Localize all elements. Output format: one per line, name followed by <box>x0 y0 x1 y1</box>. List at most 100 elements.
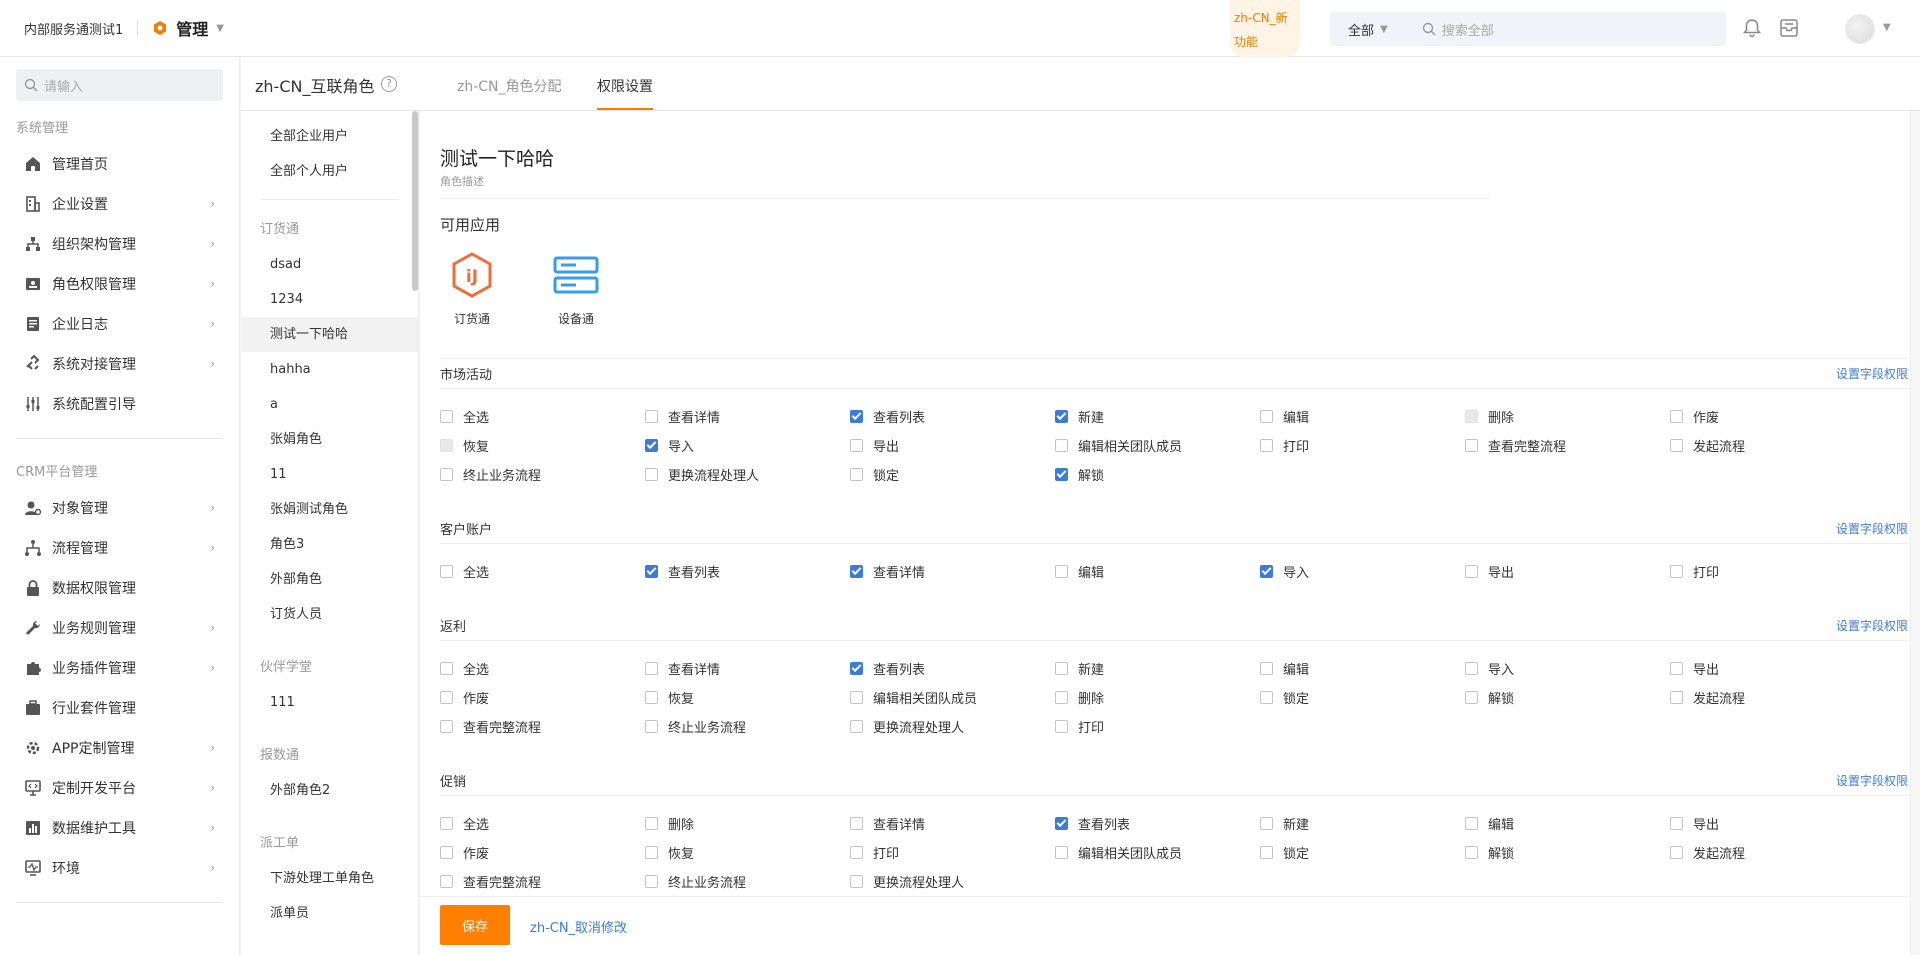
search-input[interactable]: 搜索全部 <box>1442 20 1494 39</box>
checkbox-checked-icon[interactable] <box>645 565 658 578</box>
sidebar-item[interactable]: 管理首页 <box>0 144 239 184</box>
checkbox-icon[interactable] <box>850 817 863 830</box>
checkbox-icon[interactable] <box>645 410 658 423</box>
permission-checkbox[interactable]: 解锁 <box>1465 843 1670 862</box>
checkbox-icon[interactable] <box>850 691 863 704</box>
field-permission-link[interactable]: 设置字段权限 <box>1836 617 1908 634</box>
checkbox-icon[interactable] <box>645 468 658 481</box>
permission-checkbox[interactable]: 锁定 <box>1260 843 1465 862</box>
sidebar-item[interactable]: 数据权限管理 <box>0 568 239 608</box>
permission-checkbox[interactable]: 全选 <box>440 562 645 581</box>
permission-checkbox[interactable]: 更换流程处理人 <box>850 717 1055 736</box>
permission-checkbox[interactable]: 全选 <box>440 407 645 426</box>
permission-checkbox[interactable]: 新建 <box>1055 659 1260 678</box>
checkbox-checked-icon[interactable] <box>645 439 658 452</box>
permission-checkbox[interactable]: 恢复 <box>645 843 850 862</box>
permission-checkbox[interactable]: 恢复 <box>645 688 850 707</box>
sidebar-item[interactable]: 数据维护工具 › <box>0 808 239 848</box>
role-list-item[interactable]: 角色3 <box>241 527 418 562</box>
sidebar-item[interactable]: 环境 › <box>0 848 239 888</box>
role-list-item[interactable]: 全部个人用户 <box>241 154 418 189</box>
help-icon[interactable]: ? <box>381 76 397 92</box>
checkbox-icon[interactable] <box>1055 691 1068 704</box>
permission-checkbox[interactable]: 编辑 <box>1260 407 1465 426</box>
role-list-item[interactable]: 外部角色 <box>241 562 418 597</box>
permission-checkbox[interactable]: 导入 <box>645 436 850 455</box>
sidebar-item[interactable]: APP定制管理 › <box>0 728 239 768</box>
sidebar-item[interactable]: 组织架构管理 › <box>0 224 239 264</box>
permission-checkbox[interactable]: 新建 <box>1260 814 1465 833</box>
app-order[interactable]: iJ 订货通 <box>432 251 512 327</box>
sidebar-item[interactable]: 角色权限管理 › <box>0 264 239 304</box>
sidebar-search-input[interactable]: 请输入 <box>44 76 83 95</box>
checkbox-checked-icon[interactable] <box>850 565 863 578</box>
permission-checkbox[interactable]: 查看列表 <box>1055 814 1260 833</box>
permission-checkbox[interactable]: 导入 <box>1260 562 1465 581</box>
permission-checkbox[interactable]: 导出 <box>1670 814 1875 833</box>
checkbox-icon[interactable] <box>645 817 658 830</box>
permission-checkbox[interactable]: 查看完整流程 <box>440 717 645 736</box>
checkbox-icon[interactable] <box>1260 410 1273 423</box>
checkbox-icon[interactable] <box>1260 817 1273 830</box>
app-device[interactable]: 设备通 <box>536 251 616 327</box>
role-list-item[interactable]: 11 <box>241 457 418 492</box>
sidebar-item[interactable]: 定制开发平台 › <box>0 768 239 808</box>
permission-checkbox[interactable]: 编辑 <box>1055 562 1260 581</box>
role-list-item[interactable]: 1234 <box>241 282 418 317</box>
permission-checkbox[interactable]: 全选 <box>440 814 645 833</box>
sidebar-item[interactable]: 业务规则管理 › <box>0 608 239 648</box>
tab-permission-settings[interactable]: 权限设置 <box>597 76 653 96</box>
field-permission-link[interactable]: 设置字段权限 <box>1836 772 1908 789</box>
permission-checkbox[interactable]: 编辑 <box>1260 659 1465 678</box>
checkbox-icon[interactable] <box>1260 846 1273 859</box>
checkbox-icon[interactable] <box>1260 662 1273 675</box>
checkbox-icon[interactable] <box>440 662 453 675</box>
checkbox-icon[interactable] <box>1465 691 1478 704</box>
role-list-item[interactable]: 全部企业用户 <box>241 119 418 154</box>
permission-checkbox[interactable]: 作废 <box>1670 407 1875 426</box>
checkbox-icon[interactable] <box>440 410 453 423</box>
permission-checkbox[interactable]: 发起流程 <box>1670 436 1875 455</box>
checkbox-icon[interactable] <box>1055 662 1068 675</box>
permission-checkbox[interactable]: 更换流程处理人 <box>850 872 1055 891</box>
role-list-item[interactable]: dsad <box>241 247 418 282</box>
checkbox-icon[interactable] <box>850 439 863 452</box>
sidebar-item[interactable]: 企业日志 › <box>0 304 239 344</box>
permission-checkbox[interactable]: 发起流程 <box>1670 688 1875 707</box>
role-list-item[interactable]: 外部角色2 <box>241 773 418 808</box>
checkbox-icon[interactable] <box>1670 691 1683 704</box>
new-feature-badge[interactable]: zh-CN_新功能 <box>1230 0 1300 57</box>
checkbox-icon[interactable] <box>1465 565 1478 578</box>
permission-checkbox[interactable]: 锁定 <box>1260 688 1465 707</box>
permission-checkbox[interactable]: 编辑 <box>1465 814 1670 833</box>
checkbox-icon[interactable] <box>1465 846 1478 859</box>
permission-checkbox[interactable]: 终止业务流程 <box>645 717 850 736</box>
checkbox-icon[interactable] <box>1670 439 1683 452</box>
permission-checkbox[interactable]: 编辑相关团队成员 <box>1055 843 1260 862</box>
checkbox-icon[interactable] <box>440 565 453 578</box>
checkbox-checked-icon[interactable] <box>850 410 863 423</box>
checkbox-icon[interactable] <box>440 817 453 830</box>
permission-checkbox[interactable]: 更换流程处理人 <box>645 465 850 484</box>
checkbox-icon[interactable] <box>1465 439 1478 452</box>
checkbox-icon[interactable] <box>645 846 658 859</box>
permission-checkbox[interactable]: 全选 <box>440 659 645 678</box>
permission-checkbox[interactable]: 解锁 <box>1055 465 1260 484</box>
checkbox-icon[interactable] <box>440 691 453 704</box>
role-list-item[interactable]: a <box>241 387 418 422</box>
permission-checkbox[interactable]: 发起流程 <box>1670 843 1875 862</box>
save-button[interactable]: 保存 <box>440 905 510 945</box>
role-list-scrollbar[interactable] <box>412 111 418 291</box>
permission-checkbox[interactable]: 删除 <box>645 814 850 833</box>
permission-checkbox[interactable]: 打印 <box>1260 436 1465 455</box>
permission-checkbox[interactable]: 打印 <box>850 843 1055 862</box>
permission-checkbox[interactable]: 查看详情 <box>645 407 850 426</box>
permission-checkbox[interactable]: 终止业务流程 <box>440 465 645 484</box>
checkbox-icon[interactable] <box>1670 565 1683 578</box>
checkbox-icon[interactable] <box>440 875 453 888</box>
role-list-item[interactable]: 下游处理工单角色 <box>241 861 418 896</box>
permission-checkbox[interactable]: 编辑相关团队成员 <box>850 688 1055 707</box>
checkbox-icon[interactable] <box>1670 846 1683 859</box>
permission-checkbox[interactable]: 打印 <box>1055 717 1260 736</box>
permission-checkbox[interactable]: 查看列表 <box>645 562 850 581</box>
